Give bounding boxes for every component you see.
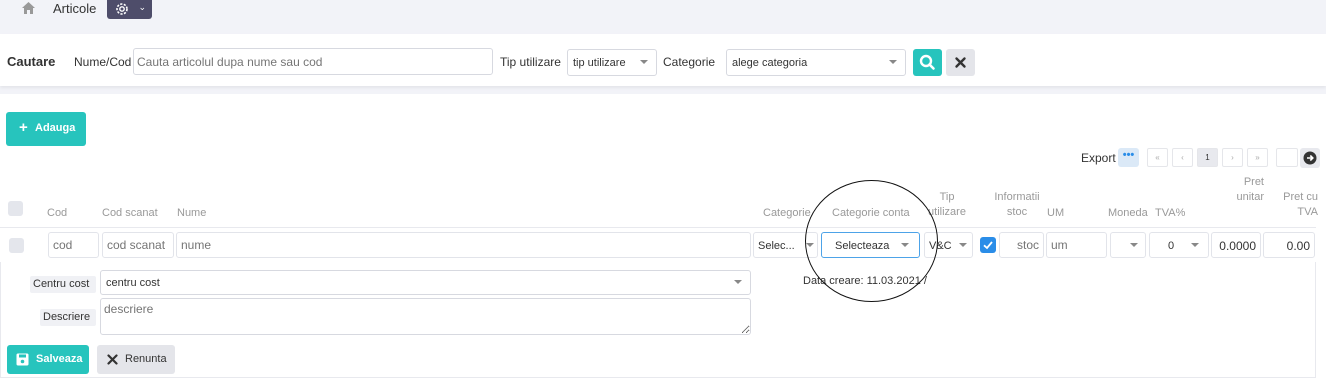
settings-dropdown-button[interactable]: ⌄	[107, 0, 152, 19]
categorie-select-value: Selec...	[758, 240, 795, 252]
more-icon: •••	[1122, 149, 1135, 161]
categorie-conta-select[interactable]: Selecteaza	[821, 232, 920, 258]
tip-utilizare-value: V&C	[929, 240, 952, 252]
export-menu-button[interactable]: •••	[1118, 148, 1139, 167]
search-icon	[919, 54, 935, 70]
search-input[interactable]	[133, 48, 493, 75]
category-select[interactable]: alege categoria	[726, 49, 906, 76]
arrow-right-circle-icon	[1303, 151, 1317, 165]
col-tva: TVA%	[1155, 207, 1186, 219]
name-code-label: Nume/Cod	[74, 55, 132, 69]
col-informatii-stoc: Informatii stoc	[994, 191, 1040, 218]
go-to-page-button[interactable]	[1300, 148, 1320, 168]
centru-cost-select[interactable]: centru cost	[100, 270, 751, 295]
col-nume: Nume	[177, 207, 207, 219]
row-checkbox[interactable]	[9, 238, 24, 253]
search-panel: Cautare Nume/Cod Tip utilizare tip utili…	[0, 34, 1326, 86]
cancel-button-label: Renunta	[125, 353, 167, 365]
page-number-input[interactable]	[1276, 148, 1298, 167]
pret-cu-tva-input[interactable]: 0.00	[1263, 232, 1315, 258]
um-input[interactable]	[1046, 232, 1107, 258]
save-icon	[16, 353, 29, 366]
pagination-page-1[interactable]: 1	[1197, 148, 1218, 167]
centru-cost-label: Centru cost	[30, 276, 96, 293]
category-select-value: alege categoria	[732, 57, 808, 69]
caret-down-icon	[901, 243, 909, 247]
centru-cost-value: centru cost	[106, 277, 160, 289]
col-um: UM	[1047, 207, 1065, 219]
gear-icon	[116, 3, 128, 15]
cod-input[interactable]	[48, 232, 99, 258]
page-title: Articole	[53, 1, 97, 16]
tip-utilizare-select[interactable]: V&C	[924, 232, 973, 258]
nume-input[interactable]	[176, 232, 751, 258]
descriere-textarea[interactable]	[100, 298, 751, 335]
save-button-label: Salveaza	[36, 353, 83, 365]
top-bar: Articole ⌄	[0, 0, 1326, 30]
col-tip-utilizare: Tip utilizare	[928, 191, 966, 218]
pret-unitar-input[interactable]: 0.0000	[1211, 232, 1261, 258]
category-label: Categorie	[663, 55, 716, 69]
clear-search-button[interactable]	[946, 49, 975, 76]
informatii-stoc-checkbox[interactable]	[980, 237, 996, 253]
caret-down-icon	[1191, 243, 1199, 247]
col-categorie: Categorie	[763, 207, 811, 219]
header-divider	[0, 227, 1316, 228]
select-all-checkbox[interactable]	[8, 201, 23, 216]
pagination-first[interactable]: «	[1147, 148, 1168, 167]
check-icon	[983, 241, 993, 250]
add-button-label: Adauga	[35, 122, 76, 134]
tva-select[interactable]: 0	[1149, 232, 1209, 258]
data-creare: Data creare: 11.03.2021 /	[803, 275, 927, 287]
plus-icon: +	[19, 119, 28, 136]
cod-scanat-input[interactable]	[102, 232, 174, 258]
stoc-input[interactable]	[999, 232, 1044, 258]
type-label: Tip utilizare	[500, 55, 561, 69]
save-button[interactable]: Salveaza	[7, 345, 89, 374]
cancel-button[interactable]: Renunta	[97, 345, 175, 374]
search-title: Cautare	[7, 54, 56, 69]
search-button[interactable]	[913, 49, 942, 76]
caret-down-icon	[640, 60, 648, 64]
categorie-select[interactable]: Selec...	[753, 232, 818, 258]
col-pret-unitar: Pret unitar	[1236, 176, 1264, 203]
caret-down-icon	[959, 243, 967, 247]
moneda-select[interactable]	[1110, 232, 1146, 258]
chevron-down-icon: ⌄	[138, 2, 146, 12]
descriere-label: Descriere	[40, 309, 96, 326]
export-label: Export	[1081, 151, 1116, 165]
caret-down-icon	[806, 243, 814, 247]
col-categorie-conta: Categorie conta	[832, 207, 910, 219]
caret-down-icon	[889, 60, 897, 64]
categorie-conta-value: Selecteaza	[835, 240, 890, 252]
type-select[interactable]: tip utilizare	[567, 49, 657, 76]
close-icon	[955, 57, 966, 68]
caret-down-icon	[1130, 243, 1138, 247]
pagination-next[interactable]: ›	[1222, 148, 1243, 167]
pagination-last[interactable]: »	[1247, 148, 1268, 167]
col-moneda: Moneda	[1108, 207, 1148, 219]
pagination-prev[interactable]: ‹	[1172, 148, 1193, 167]
col-cod: Cod	[47, 207, 68, 219]
add-button[interactable]: + Adauga	[6, 112, 86, 146]
tva-value: 0	[1168, 240, 1175, 252]
col-cod-scanat: Cod scanat	[102, 207, 158, 219]
home-icon[interactable]	[22, 2, 35, 17]
caret-down-icon	[734, 280, 742, 284]
close-icon	[107, 354, 118, 365]
type-select-value: tip utilizare	[573, 57, 626, 69]
col-pret-cu-tva: Pret cu TVA	[1283, 191, 1318, 218]
